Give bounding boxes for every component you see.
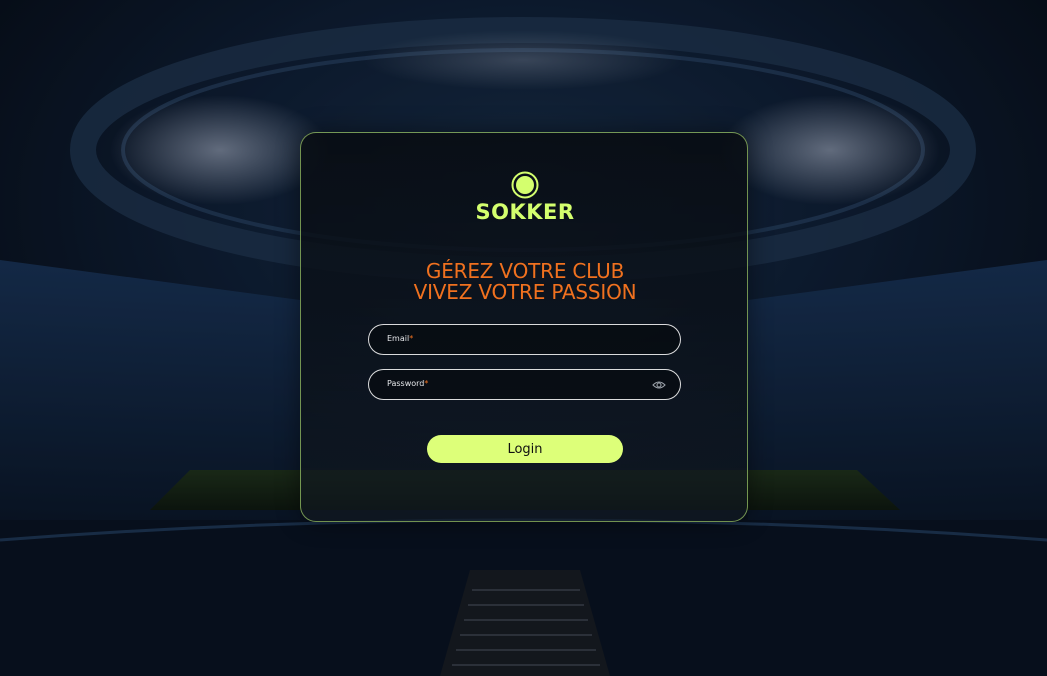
required-mark: * (409, 334, 414, 343)
password-field[interactable]: Password* (368, 369, 681, 400)
ball-icon (511, 171, 539, 199)
email-label: Email* (387, 334, 414, 343)
tagline-line-1: GÉREZ VOTRE CLUB (425, 259, 625, 283)
brand-logo: SOKKER (301, 171, 749, 224)
required-mark: * (424, 379, 429, 388)
password-input[interactable] (439, 374, 643, 397)
tagline-line-2: VIVEZ VOTRE PASSION (413, 280, 637, 304)
tagline: GÉREZ VOTRE CLUB VIVEZ VOTRE PASSION (301, 261, 749, 303)
login-card: SOKKER GÉREZ VOTRE CLUB VIVEZ VOTRE PASS… (300, 132, 748, 522)
login-screen: SOKKER GÉREZ VOTRE CLUB VIVEZ VOTRE PASS… (0, 0, 1047, 676)
brand-name: SOKKER (475, 200, 575, 224)
login-button[interactable]: Login (427, 435, 623, 463)
password-label: Password* (387, 379, 429, 388)
email-field[interactable]: Email* (368, 324, 681, 355)
email-input[interactable] (439, 329, 643, 352)
eye-icon[interactable] (652, 379, 666, 391)
